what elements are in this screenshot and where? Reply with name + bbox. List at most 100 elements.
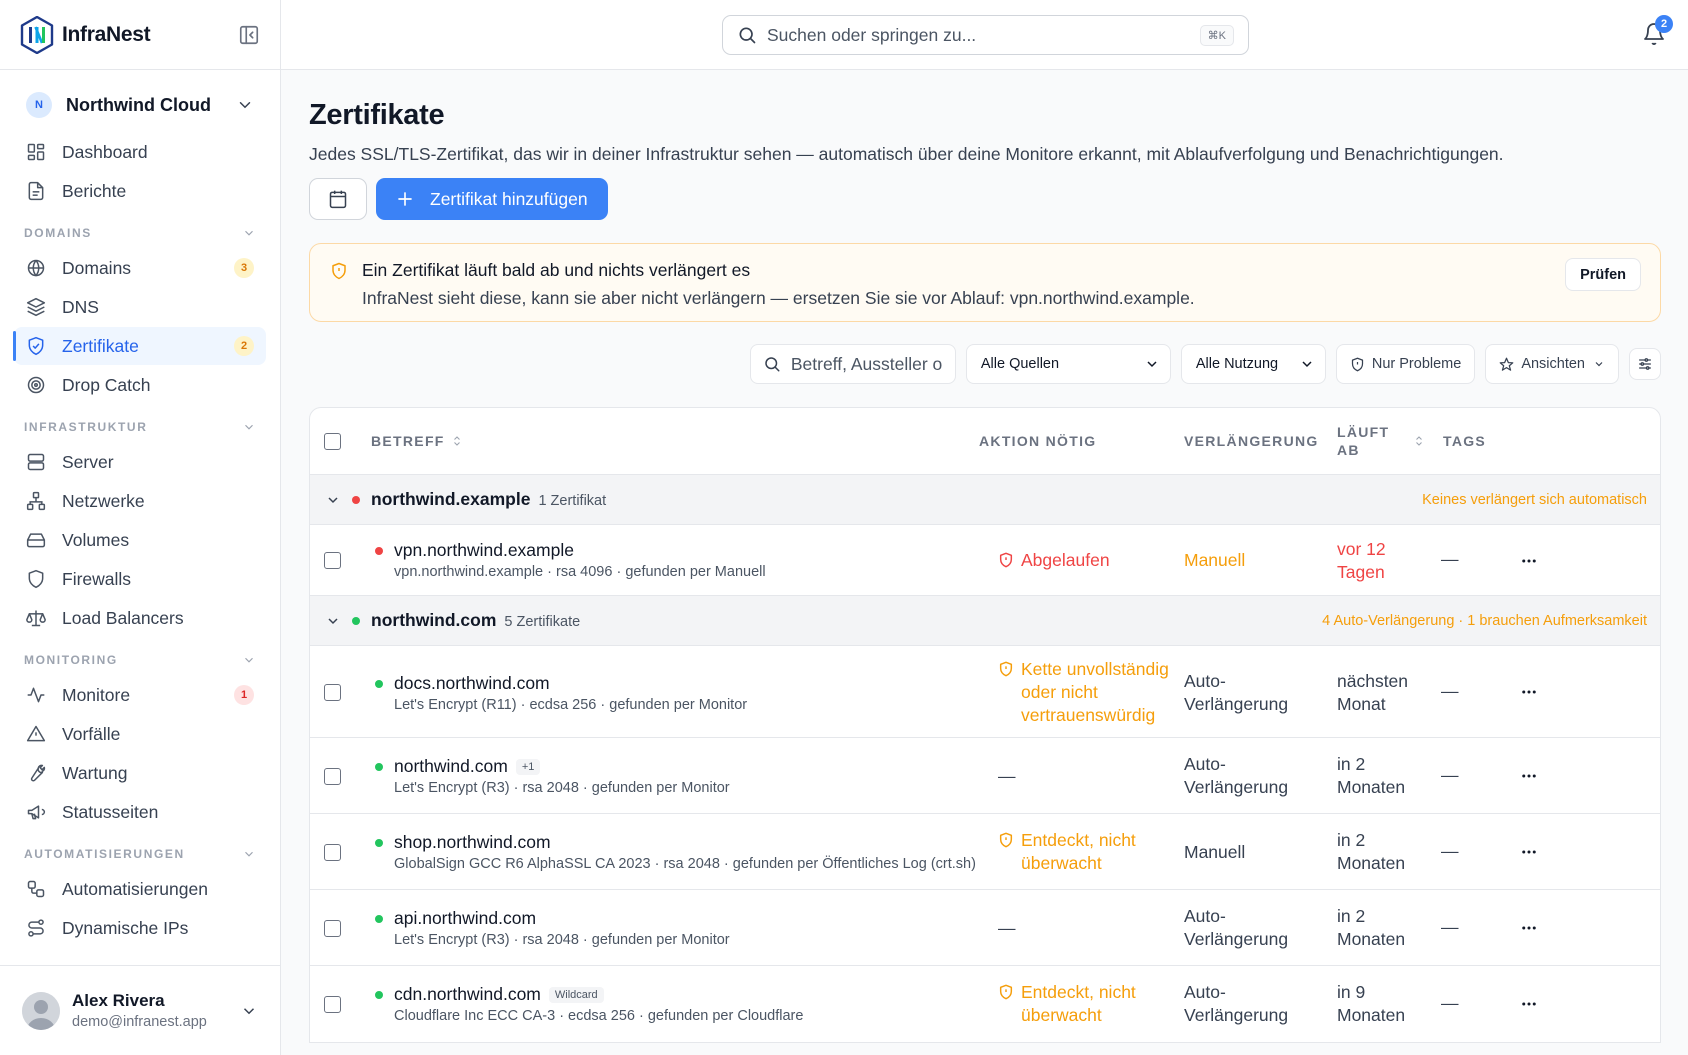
usage-select[interactable]: Alle Nutzung bbox=[1180, 344, 1326, 384]
sidebar-item-load-balancers[interactable]: Load Balancers bbox=[14, 599, 266, 637]
more-horizontal-icon[interactable] bbox=[1520, 767, 1538, 785]
section-infrastructure[interactable]: INFRASTRUKTUR bbox=[14, 412, 266, 442]
section-monitoring[interactable]: MONITORING bbox=[14, 645, 266, 675]
sidebar-item-maintenance[interactable]: Wartung bbox=[14, 754, 266, 792]
certificate-search-input[interactable]: Betreff, Aussteller o bbox=[749, 344, 956, 384]
row-checkbox[interactable] bbox=[324, 996, 341, 1013]
cert-meta: Let's Encrypt (R3) · rsa 2048 · gefunden… bbox=[394, 780, 730, 796]
group-count: 5 Zertifikate bbox=[504, 614, 581, 630]
file-text-icon bbox=[28, 181, 44, 201]
source-select[interactable]: Alle Quellen bbox=[965, 344, 1171, 384]
section-automations[interactable]: AUTOMATISIERUNGEN bbox=[14, 839, 266, 869]
org-avatar: N bbox=[26, 92, 52, 118]
cert-meta: Let's Encrypt (R3) · rsa 2048 · gefunden… bbox=[394, 932, 730, 948]
certificates-count-badge: 2 bbox=[234, 336, 254, 356]
org-switcher[interactable]: N Northwind Cloud bbox=[12, 81, 268, 129]
chevron-down-icon[interactable] bbox=[325, 492, 341, 508]
sidebar-item-firewalls[interactable]: Firewalls bbox=[14, 560, 266, 598]
column-subject[interactable]: BETREFF bbox=[371, 433, 463, 449]
sidebar-item-certificates[interactable]: Zertifikate 2 bbox=[13, 327, 266, 365]
sidebar-item-domains[interactable]: Domains 3 bbox=[14, 249, 266, 287]
sidebar-item-reports[interactable]: Berichte bbox=[14, 172, 266, 210]
sidebar-item-label: Monitore bbox=[62, 684, 131, 705]
global-search-input[interactable]: Suchen oder springen zu... ⌘K bbox=[722, 15, 1249, 55]
table-row[interactable]: northwind.com +1 Let's Encrypt (R3) · rsa… bbox=[310, 738, 1660, 814]
shortcut-hint: ⌘K bbox=[1199, 24, 1234, 46]
table-row[interactable]: cdn.northwind.com Wildcard Cloudflare Inc… bbox=[310, 966, 1660, 1042]
shield-alert-icon bbox=[999, 832, 1013, 848]
views-label: Ansichten bbox=[1521, 356, 1585, 372]
row-checkbox[interactable] bbox=[324, 552, 341, 569]
sidebar-item-label: Automatisierungen bbox=[62, 878, 208, 899]
sidebar-item-status-pages[interactable]: Statusseiten bbox=[14, 793, 266, 831]
sidebar-item-dns[interactable]: DNS bbox=[14, 288, 266, 326]
sidebar-item-drop-catch[interactable]: Drop Catch bbox=[14, 366, 266, 404]
renewal-status: Manuell bbox=[1184, 842, 1246, 862]
row-checkbox[interactable] bbox=[324, 844, 341, 861]
more-horizontal-icon[interactable] bbox=[1520, 919, 1538, 937]
star-icon bbox=[1499, 357, 1514, 371]
sidebar-item-server[interactable]: Server bbox=[14, 443, 266, 481]
views-dropdown[interactable]: Ansichten bbox=[1485, 344, 1619, 384]
shield-alert-icon bbox=[999, 984, 1013, 1000]
expiry-alert: Ein Zertifikat läuft bald ab und nichts … bbox=[309, 243, 1661, 322]
search-icon bbox=[739, 27, 756, 44]
infranest-logo-icon[interactable] bbox=[20, 15, 54, 54]
select-all-checkbox[interactable] bbox=[324, 432, 341, 450]
shield-alert-icon bbox=[1351, 357, 1363, 371]
column-expires[interactable]: LÄUFT AB bbox=[1337, 423, 1425, 459]
sidebar-collapse-icon[interactable] bbox=[238, 24, 260, 46]
expires-line: in 2 bbox=[1337, 754, 1366, 774]
alert-title: Ein Zertifikat läuft bald ab und nichts … bbox=[362, 260, 751, 280]
sidebar-item-monitors[interactable]: Monitore 1 bbox=[14, 676, 266, 714]
more-horizontal-icon[interactable] bbox=[1520, 843, 1538, 861]
action-text: Entdeckt, nicht bbox=[1021, 982, 1136, 1002]
action-text: Kette unvollständig bbox=[1021, 659, 1169, 679]
table-row[interactable]: shop.northwind.com GlobalSign GCC R6 Alp… bbox=[310, 814, 1660, 890]
plus-icon bbox=[398, 192, 412, 206]
sidebar-item-label: Drop Catch bbox=[62, 374, 151, 395]
globe-icon bbox=[27, 259, 45, 277]
sidebar-item-automations[interactable]: Automatisierungen bbox=[14, 870, 266, 908]
more-horizontal-icon[interactable] bbox=[1520, 552, 1538, 570]
user-email: demo@infranest.app bbox=[72, 1014, 207, 1030]
main-area: Suchen oder springen zu... ⌘K 2 Zertifik… bbox=[281, 0, 1688, 1055]
section-label: AUTOMATISIERUNGEN bbox=[24, 847, 185, 861]
sidebar-item-dashboard[interactable]: Dashboard bbox=[14, 133, 266, 171]
user-menu[interactable]: Alex Rivera demo@infranest.app bbox=[0, 965, 280, 1055]
section-domains[interactable]: DOMAINS bbox=[14, 218, 266, 248]
tags-value: — bbox=[1441, 841, 1459, 861]
sidebar-item-volumes[interactable]: Volumes bbox=[14, 521, 266, 559]
user-name: Alex Rivera bbox=[72, 991, 165, 1010]
page-content: Zertifikate Jedes SSL/TLS-Zertifikat, da… bbox=[281, 99, 1688, 1043]
chevron-down-icon bbox=[245, 851, 253, 857]
cert-name: docs.northwind.com bbox=[394, 673, 550, 693]
table-row[interactable]: docs.northwind.com Let's Encrypt (R11) ·… bbox=[310, 646, 1660, 738]
table-row[interactable]: vpn.northwind.example vpn.northwind.exam… bbox=[310, 525, 1660, 596]
monitors-count-badge: 1 bbox=[234, 685, 254, 705]
sidebar-item-label: Server bbox=[62, 451, 114, 472]
group-row[interactable]: northwind.example 1 Zertifikat Keines ver… bbox=[310, 475, 1660, 525]
row-checkbox[interactable] bbox=[324, 920, 341, 937]
only-problems-toggle[interactable]: Nur Probleme bbox=[1335, 344, 1476, 384]
group-name-text: northwind.example bbox=[371, 489, 531, 509]
calendar-button[interactable] bbox=[309, 178, 367, 220]
sidebar-item-incidents[interactable]: Vorfälle bbox=[14, 715, 266, 753]
review-button[interactable]: Prüfen bbox=[1565, 258, 1641, 291]
row-status-dot bbox=[375, 839, 383, 847]
more-horizontal-icon[interactable] bbox=[1520, 683, 1538, 701]
brand-name: InfraNest bbox=[62, 22, 151, 46]
table-row[interactable]: api.northwind.com Let's Encrypt (R3) · r… bbox=[310, 890, 1660, 966]
chevron-down-icon[interactable] bbox=[325, 613, 341, 629]
sidebar-item-networks[interactable]: Netzwerke bbox=[14, 482, 266, 520]
group-note: 4 Auto-Verlängerung · 1 brauchen Aufmerk… bbox=[1322, 612, 1647, 629]
sidebar-item-dynamic-ips[interactable]: Dynamische IPs bbox=[14, 909, 266, 947]
sidebar-item-label: Netzwerke bbox=[62, 490, 145, 511]
chevron-down-icon bbox=[1302, 361, 1312, 368]
column-settings-button[interactable] bbox=[1629, 348, 1661, 380]
row-checkbox[interactable] bbox=[324, 768, 341, 785]
more-horizontal-icon[interactable] bbox=[1520, 995, 1538, 1013]
row-checkbox[interactable] bbox=[324, 684, 341, 701]
add-certificate-button[interactable]: Zertifikat hinzufügen bbox=[376, 178, 608, 220]
group-row[interactable]: northwind.com 5 Zertifikate 4 Auto-Verlän… bbox=[310, 596, 1660, 646]
